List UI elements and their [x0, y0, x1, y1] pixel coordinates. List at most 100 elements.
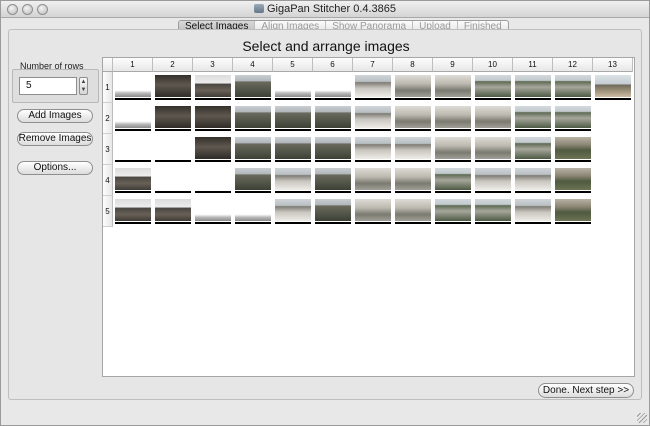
resize-grip-icon[interactable] [637, 413, 647, 423]
image-thumbnail[interactable] [115, 75, 151, 100]
image-thumbnail[interactable] [315, 106, 351, 131]
options-button[interactable]: Options... [17, 161, 93, 175]
thumbnail-underline [195, 98, 231, 100]
image-thumbnail[interactable] [195, 137, 231, 162]
image-thumbnail[interactable] [275, 137, 311, 162]
image-thumbnail[interactable] [275, 199, 311, 224]
thumbnail-underline [155, 98, 191, 100]
image-thumbnail[interactable] [475, 168, 511, 193]
image-thumbnail[interactable] [395, 137, 431, 162]
image-thumbnail[interactable] [475, 106, 511, 131]
image-thumbnail[interactable] [155, 199, 191, 224]
image-thumbnail[interactable] [315, 168, 351, 193]
thumbnail-image [555, 75, 591, 97]
image-thumbnail[interactable] [155, 168, 191, 193]
thumbnail-underline [235, 98, 271, 100]
thumbnail-underline [195, 222, 231, 224]
thumbnail-image [475, 75, 511, 97]
image-thumbnail[interactable] [315, 137, 351, 162]
image-thumbnail[interactable] [155, 75, 191, 100]
image-thumbnail[interactable] [115, 199, 151, 224]
image-thumbnail[interactable] [395, 199, 431, 224]
image-thumbnail[interactable] [235, 168, 271, 193]
image-thumbnail[interactable] [435, 199, 471, 224]
image-thumbnail[interactable] [435, 137, 471, 162]
thumbnail-image [195, 106, 231, 128]
thumbnail-image [315, 137, 351, 159]
image-thumbnail[interactable] [355, 137, 391, 162]
thumbnail-image [395, 168, 431, 190]
image-thumbnail[interactable] [195, 106, 231, 131]
image-thumbnail[interactable] [235, 75, 271, 100]
image-thumbnail[interactable] [555, 168, 591, 193]
image-thumbnail[interactable] [355, 199, 391, 224]
thumbnail-image [395, 106, 431, 128]
image-thumbnail[interactable] [395, 168, 431, 193]
image-thumbnail[interactable] [235, 106, 271, 131]
image-grid[interactable]: 1 2 3 4 5 6 7 8 9 10 11 12 13 1 2 3 4 5 [102, 57, 635, 377]
image-thumbnail[interactable] [155, 106, 191, 131]
thumbnail-underline [315, 98, 351, 100]
image-thumbnail[interactable] [355, 106, 391, 131]
thumbnail-image [515, 168, 551, 190]
image-thumbnail[interactable] [555, 137, 591, 162]
thumbnail-underline [475, 129, 511, 131]
image-thumbnail[interactable] [555, 199, 591, 224]
image-thumbnail[interactable] [155, 137, 191, 162]
image-thumbnail[interactable] [475, 199, 511, 224]
image-thumbnail[interactable] [435, 75, 471, 100]
image-thumbnail[interactable] [395, 106, 431, 131]
image-thumbnail[interactable] [475, 137, 511, 162]
thumbnail-underline [475, 160, 511, 162]
thumbnail-image [155, 106, 191, 128]
image-thumbnail[interactable] [435, 168, 471, 193]
stepper-up-icon[interactable]: ▲ [80, 78, 87, 86]
image-thumbnail[interactable] [355, 75, 391, 100]
remove-images-button[interactable]: Remove Images [17, 132, 93, 146]
thumbnail-image [475, 199, 511, 221]
column-header: 1 [113, 58, 153, 72]
image-thumbnail[interactable] [515, 137, 551, 162]
image-thumbnail[interactable] [235, 137, 271, 162]
row-header: 1 [103, 72, 113, 103]
thumbnail-underline [115, 98, 151, 100]
rows-input[interactable]: 5 [19, 77, 77, 95]
image-thumbnail[interactable] [195, 168, 231, 193]
thumbnail-image [355, 199, 391, 221]
image-thumbnail[interactable] [195, 199, 231, 224]
thumbnail-image [355, 106, 391, 128]
column-header: 10 [473, 58, 513, 72]
image-thumbnail[interactable] [395, 75, 431, 100]
image-thumbnail[interactable] [315, 199, 351, 224]
image-thumbnail[interactable] [315, 75, 351, 100]
add-images-button[interactable]: Add Images [17, 109, 93, 123]
image-thumbnail[interactable] [115, 106, 151, 131]
image-thumbnail[interactable] [195, 75, 231, 100]
thumbnail-underline [395, 191, 431, 193]
image-thumbnail[interactable] [275, 168, 311, 193]
thumbnail-image [235, 75, 271, 97]
image-thumbnail[interactable] [115, 168, 151, 193]
image-thumbnail[interactable] [515, 106, 551, 131]
thumbnail-underline [515, 222, 551, 224]
image-thumbnail[interactable] [515, 168, 551, 193]
image-thumbnail[interactable] [115, 137, 151, 162]
image-thumbnail[interactable] [235, 199, 271, 224]
image-thumbnail[interactable] [555, 75, 591, 100]
done-next-step-button[interactable]: Done. Next step >> [538, 383, 634, 398]
image-thumbnail[interactable] [595, 75, 631, 100]
column-header: 7 [353, 58, 393, 72]
image-thumbnail[interactable] [475, 75, 511, 100]
image-thumbnail[interactable] [515, 199, 551, 224]
thumbnail-underline [555, 129, 591, 131]
image-thumbnail[interactable] [275, 75, 311, 100]
image-thumbnail[interactable] [555, 106, 591, 131]
image-thumbnail[interactable] [355, 168, 391, 193]
image-thumbnail[interactable] [515, 75, 551, 100]
grid-corner [103, 58, 113, 72]
rows-stepper[interactable]: ▲ ▼ [79, 77, 88, 95]
thumbnail-underline [555, 222, 591, 224]
image-thumbnail[interactable] [275, 106, 311, 131]
stepper-down-icon[interactable]: ▼ [80, 86, 87, 94]
image-thumbnail[interactable] [435, 106, 471, 131]
